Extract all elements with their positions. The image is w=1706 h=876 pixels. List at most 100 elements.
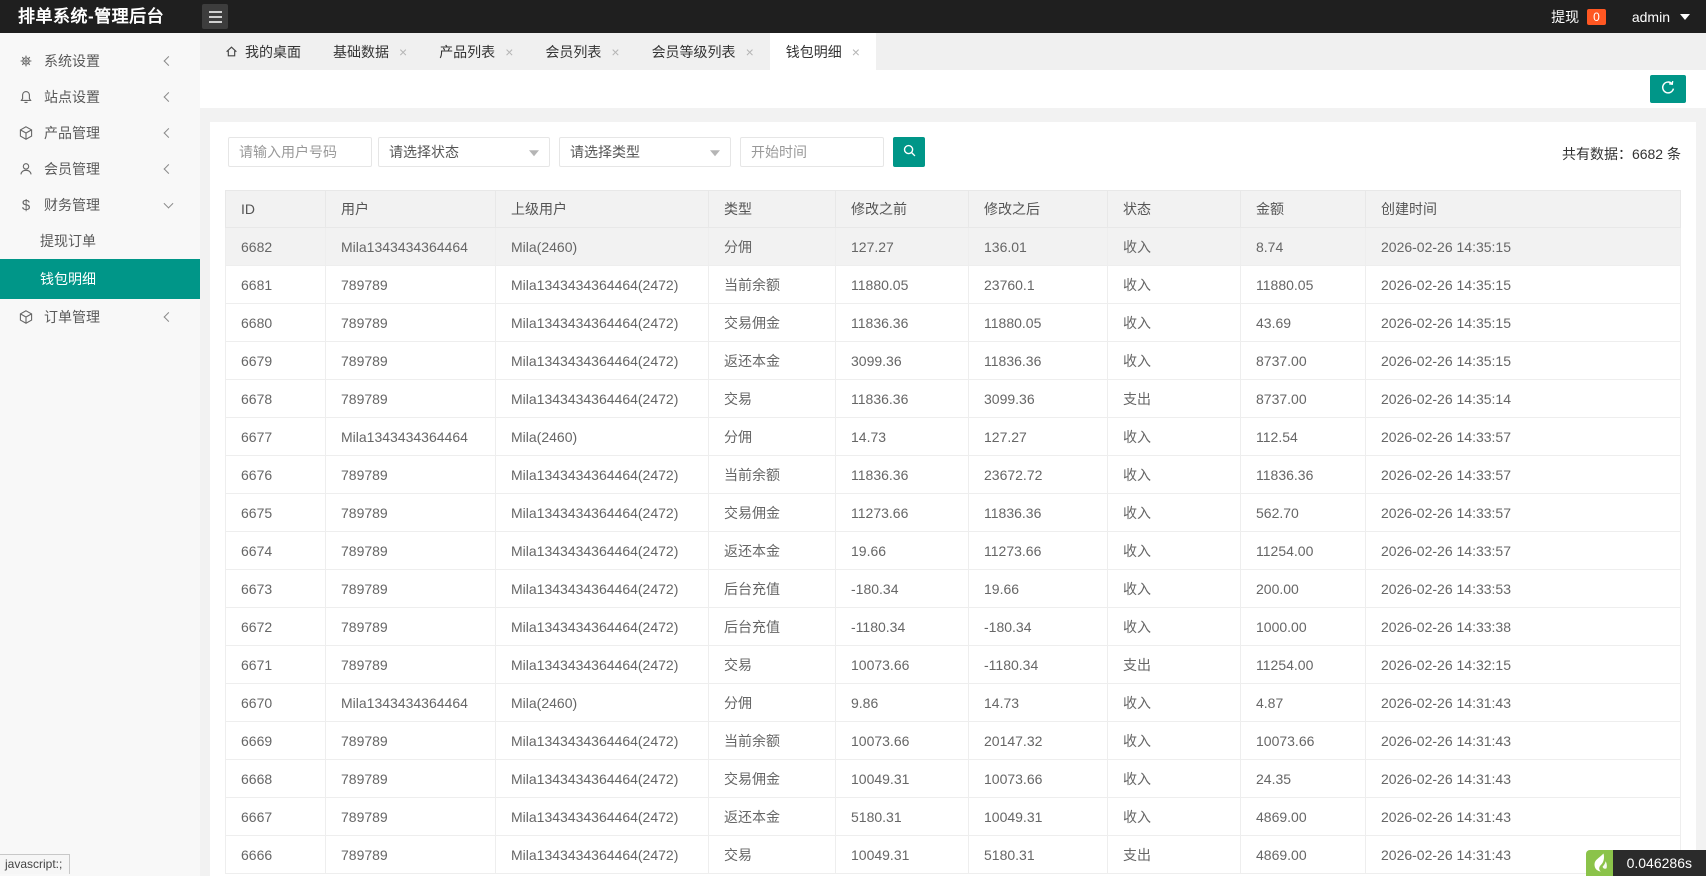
table-cell: 789789 <box>325 759 496 798</box>
status-select[interactable]: 请选择状态 <box>378 137 550 167</box>
gear-icon <box>18 53 34 69</box>
table-cell: 8737.00 <box>1240 341 1366 380</box>
tab-close-icon[interactable]: × <box>746 45 754 59</box>
table-cell: 4869.00 <box>1240 797 1366 836</box>
table-cell: 19.66 <box>968 569 1108 608</box>
sidebar-item[interactable]: 提现订单 <box>0 223 200 259</box>
tab-label: 会员等级列表 <box>651 43 736 60</box>
table-cell: 789789 <box>325 721 496 760</box>
tab-label: 产品列表 <box>439 43 496 60</box>
withdraw-link[interactable]: 提现 <box>1551 7 1579 27</box>
table-cell: 5180.31 <box>968 835 1108 874</box>
tab-close-icon[interactable]: × <box>611 45 619 59</box>
table-cell: 分佣 <box>708 227 836 266</box>
tab-close-icon[interactable]: × <box>399 45 407 59</box>
sidebar-item[interactable]: 钱包明细 <box>0 259 200 299</box>
status-select-value: 请选择状态 <box>389 144 459 160</box>
table-cell: 收入 <box>1107 607 1241 646</box>
table-cell: 23672.72 <box>968 455 1108 494</box>
sidebar-item-label: 站点设置 <box>44 89 100 105</box>
sidebar-item[interactable]: $ 财务管理 <box>0 187 200 223</box>
tab-label: 钱包明细 <box>785 43 842 60</box>
table-cell: 4869.00 <box>1240 835 1366 874</box>
table-cell: 2026-02-26 14:33:53 <box>1365 569 1681 608</box>
sidebar-item[interactable]: 系统设置 <box>0 43 200 79</box>
sidebar-toggle-button[interactable] <box>202 4 228 29</box>
table-cell: Mila1343434364464(2472) <box>495 303 709 342</box>
table-cell: 支出 <box>1107 835 1241 874</box>
hamburger-icon <box>208 10 222 13</box>
user-number-input[interactable] <box>228 137 372 167</box>
table-cell: 收入 <box>1107 797 1241 836</box>
total-count-label: 共有数据：6682 条 <box>1561 146 1681 162</box>
table-cell: 当前余额 <box>708 265 836 304</box>
sidebar-item[interactable]: 订单管理 <box>0 299 200 335</box>
sidebar-item[interactable]: 会员管理 <box>0 151 200 187</box>
table-cell: 3099.36 <box>968 379 1108 418</box>
tab-item[interactable]: 钱包明细 × <box>769 33 876 70</box>
chevron-down-icon <box>710 150 720 157</box>
tab-item[interactable]: 基础数据 × <box>317 33 423 70</box>
table-cell: Mila1343434364464(2472) <box>495 645 709 684</box>
table-cell: 收入 <box>1107 227 1241 266</box>
table-row: 6666 789789 Mila1343434364464(2472) 交易 10049… <box>225 835 1681 874</box>
table-row: 6674 789789 Mila1343434364464(2472) 返还本金 19.… <box>225 531 1681 570</box>
chevron-left-icon <box>163 56 174 66</box>
sidebar-item-label: 提现订单 <box>40 233 96 249</box>
table-cell: 11836.36 <box>968 341 1108 380</box>
sidebar-item-label: 会员管理 <box>44 161 100 177</box>
table-cell: 14.73 <box>968 683 1108 722</box>
table-cell: 2026-02-26 14:31:43 <box>1365 683 1681 722</box>
table-cell: -1180.34 <box>835 607 969 646</box>
type-select[interactable]: 请选择类型 <box>559 137 731 167</box>
tab-item[interactable]: 会员列表 × <box>529 33 635 70</box>
table-cell: 支出 <box>1107 645 1241 684</box>
page-load-time-badge: 0.046286s <box>1612 850 1706 876</box>
table-cell: 10073.66 <box>835 645 969 684</box>
table-cell: 11254.00 <box>1240 531 1366 570</box>
table-cell: 10049.31 <box>968 797 1108 836</box>
table-cell: 789789 <box>325 531 496 570</box>
table-cell: 2026-02-26 14:35:14 <box>1365 379 1681 418</box>
table-row: 6682 Mila1343434364464 Mila(2460) 分佣 127.27 1… <box>225 227 1681 266</box>
sidebar-item[interactable]: 产品管理 <box>0 115 200 151</box>
sidebar-item[interactable]: 站点设置 <box>0 79 200 115</box>
table-cell: 789789 <box>325 797 496 836</box>
table-cell: 当前余额 <box>708 455 836 494</box>
tab-item[interactable]: 我的桌面 <box>208 33 317 70</box>
search-button[interactable] <box>893 137 925 167</box>
table-cell: 11836.36 <box>1240 455 1366 494</box>
table-cell: 9.86 <box>835 683 969 722</box>
dollar-icon: $ <box>21 196 31 214</box>
tab-close-icon[interactable]: × <box>852 45 860 59</box>
start-time-input[interactable] <box>740 137 884 167</box>
table-row: 6668 789789 Mila1343434364464(2472) 交易佣金 100… <box>225 759 1681 798</box>
table-cell: 11880.05 <box>968 303 1108 342</box>
table-cell: 10073.66 <box>1240 721 1366 760</box>
table-cell: 11273.66 <box>835 493 969 532</box>
table-cell: 6680 <box>225 303 326 342</box>
table-cell: Mila1343434364464(2472) <box>495 455 709 494</box>
table-cell: 6672 <box>225 607 326 646</box>
tab-item[interactable]: 会员等级列表 × <box>636 33 770 70</box>
table-cell: 交易佣金 <box>708 493 836 532</box>
column-header: 修改之前 <box>835 190 969 228</box>
tab-close-icon[interactable]: × <box>505 45 513 59</box>
table-cell: 分佣 <box>708 683 836 722</box>
table-cell: 交易 <box>708 379 836 418</box>
table-cell: 789789 <box>325 493 496 532</box>
table-cell: 789789 <box>325 379 496 418</box>
table-cell: Mila1343434364464(2472) <box>495 607 709 646</box>
refresh-button[interactable] <box>1650 75 1686 103</box>
table-row: 6671 789789 Mila1343434364464(2472) 交易 10073… <box>225 645 1681 684</box>
thinkphp-flame-icon[interactable] <box>1585 850 1613 876</box>
sidebar-item-label: 产品管理 <box>44 125 100 141</box>
table-cell: 收入 <box>1107 759 1241 798</box>
table-cell: 8.74 <box>1240 227 1366 266</box>
table-cell: -180.34 <box>968 607 1108 646</box>
tab-label: 会员列表 <box>545 43 602 60</box>
cube-icon <box>18 309 34 325</box>
tab-item[interactable]: 产品列表 × <box>423 33 529 70</box>
user-menu[interactable]: admin <box>1632 9 1670 25</box>
table-cell: 2026-02-26 14:33:57 <box>1365 531 1681 570</box>
